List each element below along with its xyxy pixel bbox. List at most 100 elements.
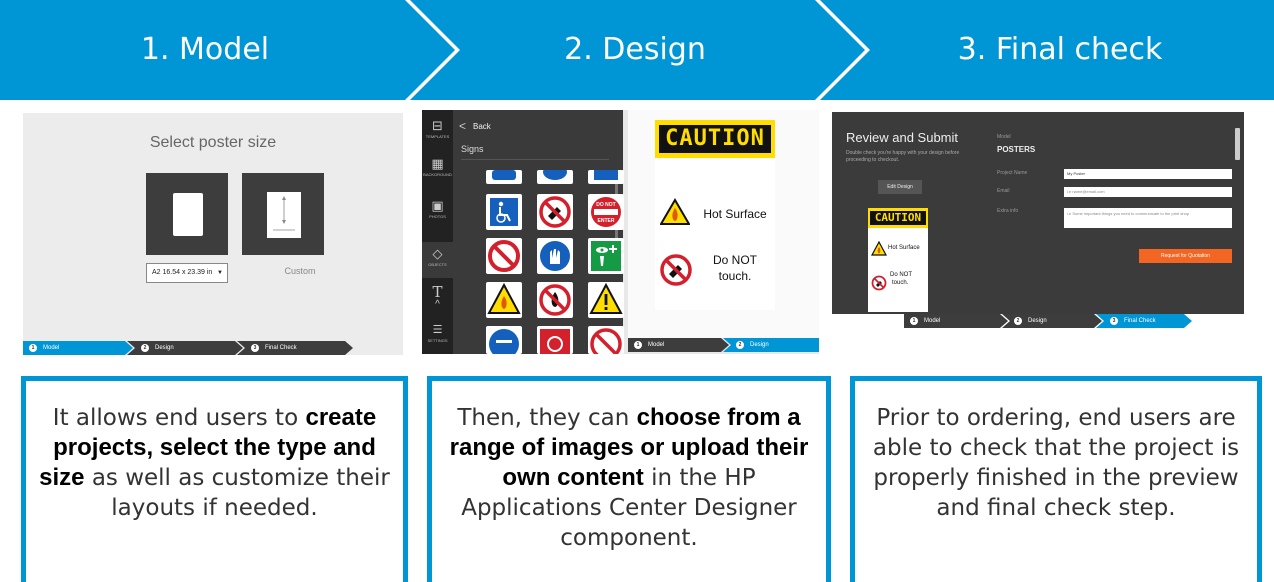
fire-hose-sign-icon [540,329,570,354]
gallery-category: Signs [461,144,484,154]
final-check-panel: Review and Submit Double check you're ha… [832,112,1244,328]
wheelchair-sign-icon [490,198,518,226]
chevron-up-icon: ^ [435,299,440,310]
touch-line-1: Do NOT [712,253,757,267]
preset-size-tile[interactable] [146,173,228,255]
edit-design-button[interactable]: Edit Design [878,180,922,194]
sign-tile[interactable] [486,326,522,354]
text-icon: T [432,283,443,301]
mini-step-model[interactable]: 1 Model [904,314,1000,328]
request-quotation-button[interactable]: Request for Quotation [1139,249,1232,263]
sign-tile[interactable] [486,238,522,274]
email-label: Email [997,188,1010,194]
chevron-down-icon: ▼ [217,270,223,276]
mini-step-model[interactable]: 1 Model [628,338,718,352]
no-touch-sign-icon [539,196,571,228]
mini-step-design[interactable]: 2 Design [730,338,818,352]
touch-line-2: touch. [718,269,752,283]
sign-tile[interactable] [486,170,522,184]
final-sign-preview: CAUTION Hot Surface Do NOT touch. [868,208,928,312]
gloves-sign-icon [540,241,570,271]
custom-size-label: Custom [284,266,316,276]
hot-surface-icon [871,241,887,256]
email-input[interactable]: i.e name@email.com [1064,187,1232,197]
sign-tile[interactable] [537,238,573,274]
mini-step-label: Design [1028,318,1047,324]
custom-size-tile[interactable] [242,173,324,255]
photos-icon: ▣ [431,198,444,213]
sign-tile[interactable] [588,326,624,354]
fire-hazard-sign-icon [487,282,521,314]
step-number: 1 [634,341,642,349]
rail-label: TEMPLATES [425,134,450,139]
mini-step-design[interactable]: 2 Design [135,341,235,355]
rail-settings[interactable]: ☰ SETTINGS [422,322,453,343]
back-label: Back [473,122,491,131]
step-1-title[interactable]: 1. Model [40,28,370,72]
model-label: Model [997,134,1011,140]
model-panel: Select poster size A2 16.54 x 23.39 in ▼… [23,113,403,355]
step-number: 1 [910,317,918,325]
mini-step-final-check[interactable]: 3 Final Check [245,341,345,355]
extra-info-input[interactable]: i.e Some important things you need to co… [1064,208,1232,228]
blue-mandatory-sign-icon [489,329,519,354]
rail-background[interactable]: ▦ BACKGROUND [422,156,453,177]
sign-tile[interactable] [588,238,624,274]
tool-rail: ⊟ TEMPLATES ▦ BACKGROUND ▣ PHOTOS ◇ OBJE… [422,110,453,354]
sign-gallery: < Back Signs DO NOT ENTER [453,110,624,354]
description-text: Then, they can [457,405,630,431]
sign-tile[interactable] [486,282,522,318]
caution-header: CAUTION [655,120,775,158]
caution-text: CAUTION [659,125,771,153]
final-check-description: Prior to ordering, end users are able to… [850,376,1262,582]
touch-line-2: touch. [892,280,909,286]
description-text: as well as customize their layouts if ne… [91,465,390,521]
sign-blue-circle-icon [543,170,567,180]
step-number: 3 [251,344,259,352]
back-button[interactable]: < Back [459,119,491,133]
resize-arrows-icon [273,196,295,231]
mini-step-final-check[interactable]: 3 Final Check [1104,314,1188,328]
description-text: Prior to ordering, end users are able to… [872,405,1240,521]
poster-size-value: A2 16.54 x 23.39 in [152,269,213,276]
rail-objects[interactable]: ◇ OBJECTS [422,242,453,278]
rail-text[interactable]: T ^ [422,284,453,310]
sign-tile[interactable] [537,170,573,184]
mini-step-model[interactable]: 1 Model [23,341,123,355]
final-mini-steps: 1 Model 2 Design 3 Final Check [832,314,1244,328]
step-2-title[interactable]: 2. Design [470,28,800,72]
mini-step-label: Design [750,342,769,348]
svg-text:ENTER: ENTER [598,218,615,224]
sign-tile[interactable] [486,194,522,230]
description-text: It allows end users to [52,405,299,431]
custom-paper-icon [267,192,301,238]
poster-size-select[interactable]: A2 16.54 x 23.39 in ▼ [146,263,228,283]
rail-templates[interactable]: ⊟ TEMPLATES [422,118,453,139]
mini-step-label: Final Check [265,345,297,351]
sign-tile[interactable] [537,194,573,230]
sign-tile[interactable] [537,282,573,318]
step-3-title[interactable]: 3. Final check [880,28,1240,72]
mini-step-label: Model [43,345,60,351]
sign-tile[interactable]: DO NOT ENTER [588,194,624,230]
mini-step-label: Model [924,318,941,324]
poster-size-title: Select poster size [149,134,277,151]
rail-photos[interactable]: ▣ PHOTOS [422,198,453,219]
step-number: 1 [29,344,37,352]
caution-sign-card[interactable]: CAUTION Hot Surface Do NOT touch. [655,120,775,310]
sign-tile[interactable] [537,326,573,354]
design-mini-steps: 1 Model 2 Design [628,338,819,352]
sign-blue-rect-icon [594,170,618,180]
templates-icon: ⊟ [432,118,443,133]
mini-step-design[interactable]: 2 Design [1008,314,1096,328]
project-name-input[interactable]: My Poster [1064,169,1232,179]
sign-tile[interactable] [588,282,624,318]
mini-step-label: Model [648,342,665,348]
sign-preview: CAUTION Hot Surface Do NOT touch. [628,110,819,338]
rail-label: BACKGROUND [423,172,452,177]
caution-header: CAUTION [868,208,928,228]
review-subtitle: Double check you're happy with your desi… [846,150,960,163]
form-scrollbar[interactable] [1235,128,1240,160]
step-number: 3 [1110,317,1118,325]
sign-tile[interactable] [588,170,624,184]
